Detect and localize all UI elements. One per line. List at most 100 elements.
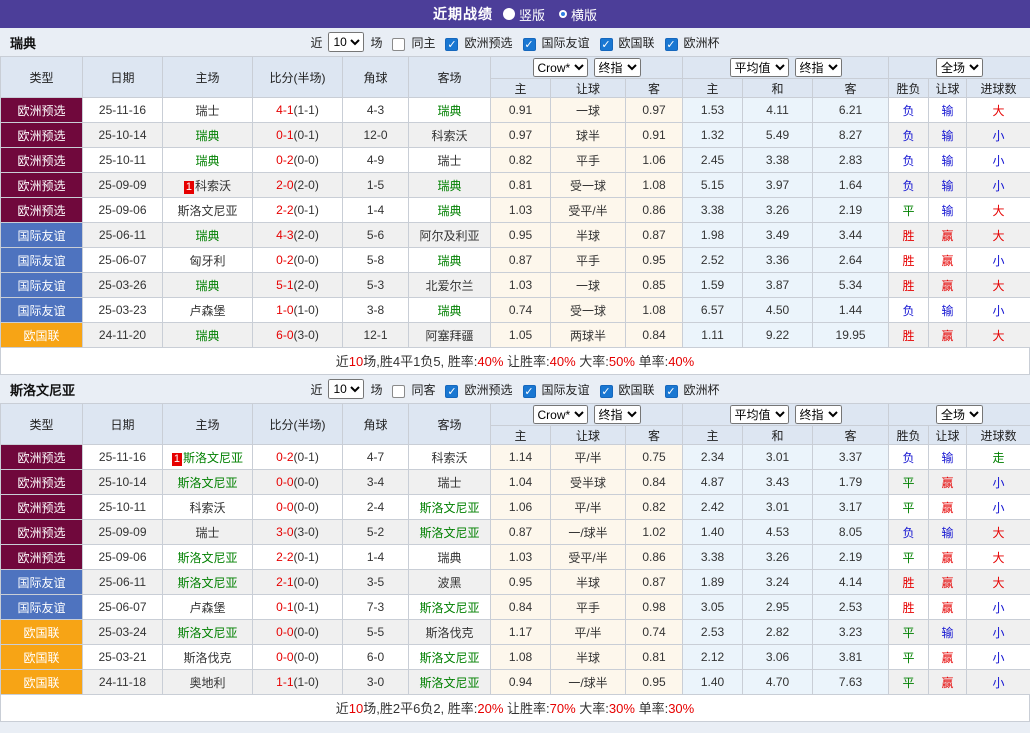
odds-source-select[interactable]: Crow* [533,405,588,424]
scope-select[interactable]: 全场 [936,58,983,77]
same-venue-checkbox[interactable] [392,385,405,398]
result-goals: 大 [967,323,1030,348]
match-date: 25-10-14 [83,470,163,495]
away-team-name: 瑞典 [437,304,461,318]
league-type-badge: 欧洲预选 [1,470,83,495]
competition-label-2: 欧国联 [619,34,655,51]
avg-home: 1.11 [683,323,743,348]
odds-away: 0.98 [626,595,683,620]
competition-checkbox-1[interactable]: ✓ [523,38,536,51]
half-time-score: (1-0) [294,303,319,317]
match-count-select[interactable]: 10 [328,32,364,52]
avg-select[interactable]: 平均值 [730,58,789,77]
scope-select[interactable]: 全场 [936,405,983,424]
competition-checkbox-2[interactable]: ✓ [600,385,613,398]
avg-away: 1.44 [813,298,889,323]
avg-draw: 3.26 [743,198,813,223]
odds-final-select[interactable]: 终指 [594,405,641,424]
score-cell: 0-0(0-0) [253,495,343,520]
radio-checked-icon[interactable] [559,10,567,18]
avg-draw: 3.49 [743,223,813,248]
away-team: 斯洛文尼亚 [409,520,491,545]
competition-checkbox-2[interactable]: ✓ [600,38,613,51]
competition-checkbox-3[interactable]: ✓ [665,38,678,51]
competition-checkbox-3[interactable]: ✓ [665,385,678,398]
avg-home: 1.40 [683,670,743,695]
avg-home: 3.05 [683,595,743,620]
avg-home: 1.40 [683,520,743,545]
avg-home: 1.59 [683,273,743,298]
odds-away: 0.87 [626,223,683,248]
home-team: 斯洛文尼亚 [163,198,253,223]
competition-checkbox-1[interactable]: ✓ [523,385,536,398]
near-label: 近 [310,381,322,398]
match-row: 欧洲预选25-09-091科索沃2-0(2-0)1-5瑞典0.81受一球1.08… [1,173,1030,198]
avg-draw: 2.95 [743,595,813,620]
away-team: 斯洛文尼亚 [409,595,491,620]
result-goals-value: 大 [993,204,1005,218]
scope-group-header: 全场 [889,57,1030,79]
away-team-name: 斯洛文尼亚 [419,501,479,515]
result-goals: 小 [967,298,1030,323]
avg-final-select[interactable]: 终指 [795,58,842,77]
odds-home: 0.95 [491,570,551,595]
avg-draw: 3.24 [743,570,813,595]
odds-away: 0.95 [626,248,683,273]
result-handicap: 赢 [929,545,967,570]
match-date: 25-03-21 [83,645,163,670]
odds-home: 0.87 [491,520,551,545]
handicap-line: 一/球半 [551,670,626,695]
col-header-asian: 让球 [929,426,967,445]
score-cell: 2-2(0-1) [253,198,343,223]
odds-home: 0.91 [491,98,551,123]
avg-away: 3.23 [813,620,889,645]
summary-segment: 40% [550,354,576,369]
match-count-select[interactable]: 10 [328,379,364,399]
full-time-score: 6-0 [276,328,293,342]
half-time-score: (1-0) [294,675,319,689]
odds-home: 0.94 [491,670,551,695]
home-team-name: 瑞典 [195,129,219,143]
result-wdl-value: 负 [903,451,915,465]
away-team: 波黑 [409,570,491,595]
avg-draw: 3.06 [743,645,813,670]
odds-away: 0.81 [626,645,683,670]
result-goals: 小 [967,670,1030,695]
result-handicap-value: 赢 [942,501,954,515]
result-goals: 小 [967,148,1030,173]
competition-checkbox-0[interactable]: ✓ [445,385,458,398]
result-wdl: 胜 [889,570,929,595]
avg-home: 5.15 [683,173,743,198]
odds-away: 1.06 [626,148,683,173]
odds-source-select[interactable]: Crow* [533,58,588,77]
away-team: 瑞典 [409,198,491,223]
result-handicap: 输 [929,520,967,545]
result-handicap-value: 输 [942,179,954,193]
vertical-view-option[interactable]: 竖版 [503,5,545,24]
avg-final-select[interactable]: 终指 [795,405,842,424]
radio-unchecked-icon[interactable] [503,8,515,20]
result-wdl: 平 [889,670,929,695]
same-venue-checkbox[interactable] [392,38,405,51]
avg-away: 3.81 [813,645,889,670]
handicap-line: 受一球 [551,173,626,198]
odds-final-select[interactable]: 终指 [594,58,641,77]
avg-select[interactable]: 平均值 [730,405,789,424]
competition-checkbox-0[interactable]: ✓ [445,38,458,51]
away-team-name: 阿塞拜疆 [425,329,473,343]
corner-score: 5-8 [343,248,409,273]
results-table: 类型日期主场比分(半场)角球客场Crow*终指平均值终指全场主让球客主和客胜负让… [0,403,1030,695]
handicap-line: 两球半 [551,323,626,348]
section-title: 瑞典 [10,33,36,52]
away-team: 瑞士 [409,470,491,495]
scope-group-header: 全场 [889,404,1030,426]
odds-away: 1.02 [626,520,683,545]
result-wdl: 平 [889,495,929,520]
result-handicap-value: 赢 [942,254,954,268]
horizontal-view-option[interactable]: 横版 [559,5,597,24]
half-time-score: (0-0) [294,253,319,267]
score-cell: 0-2(0-0) [253,248,343,273]
avg-draw: 4.53 [743,520,813,545]
result-wdl: 负 [889,520,929,545]
full-time-score: 4-1 [276,103,293,117]
